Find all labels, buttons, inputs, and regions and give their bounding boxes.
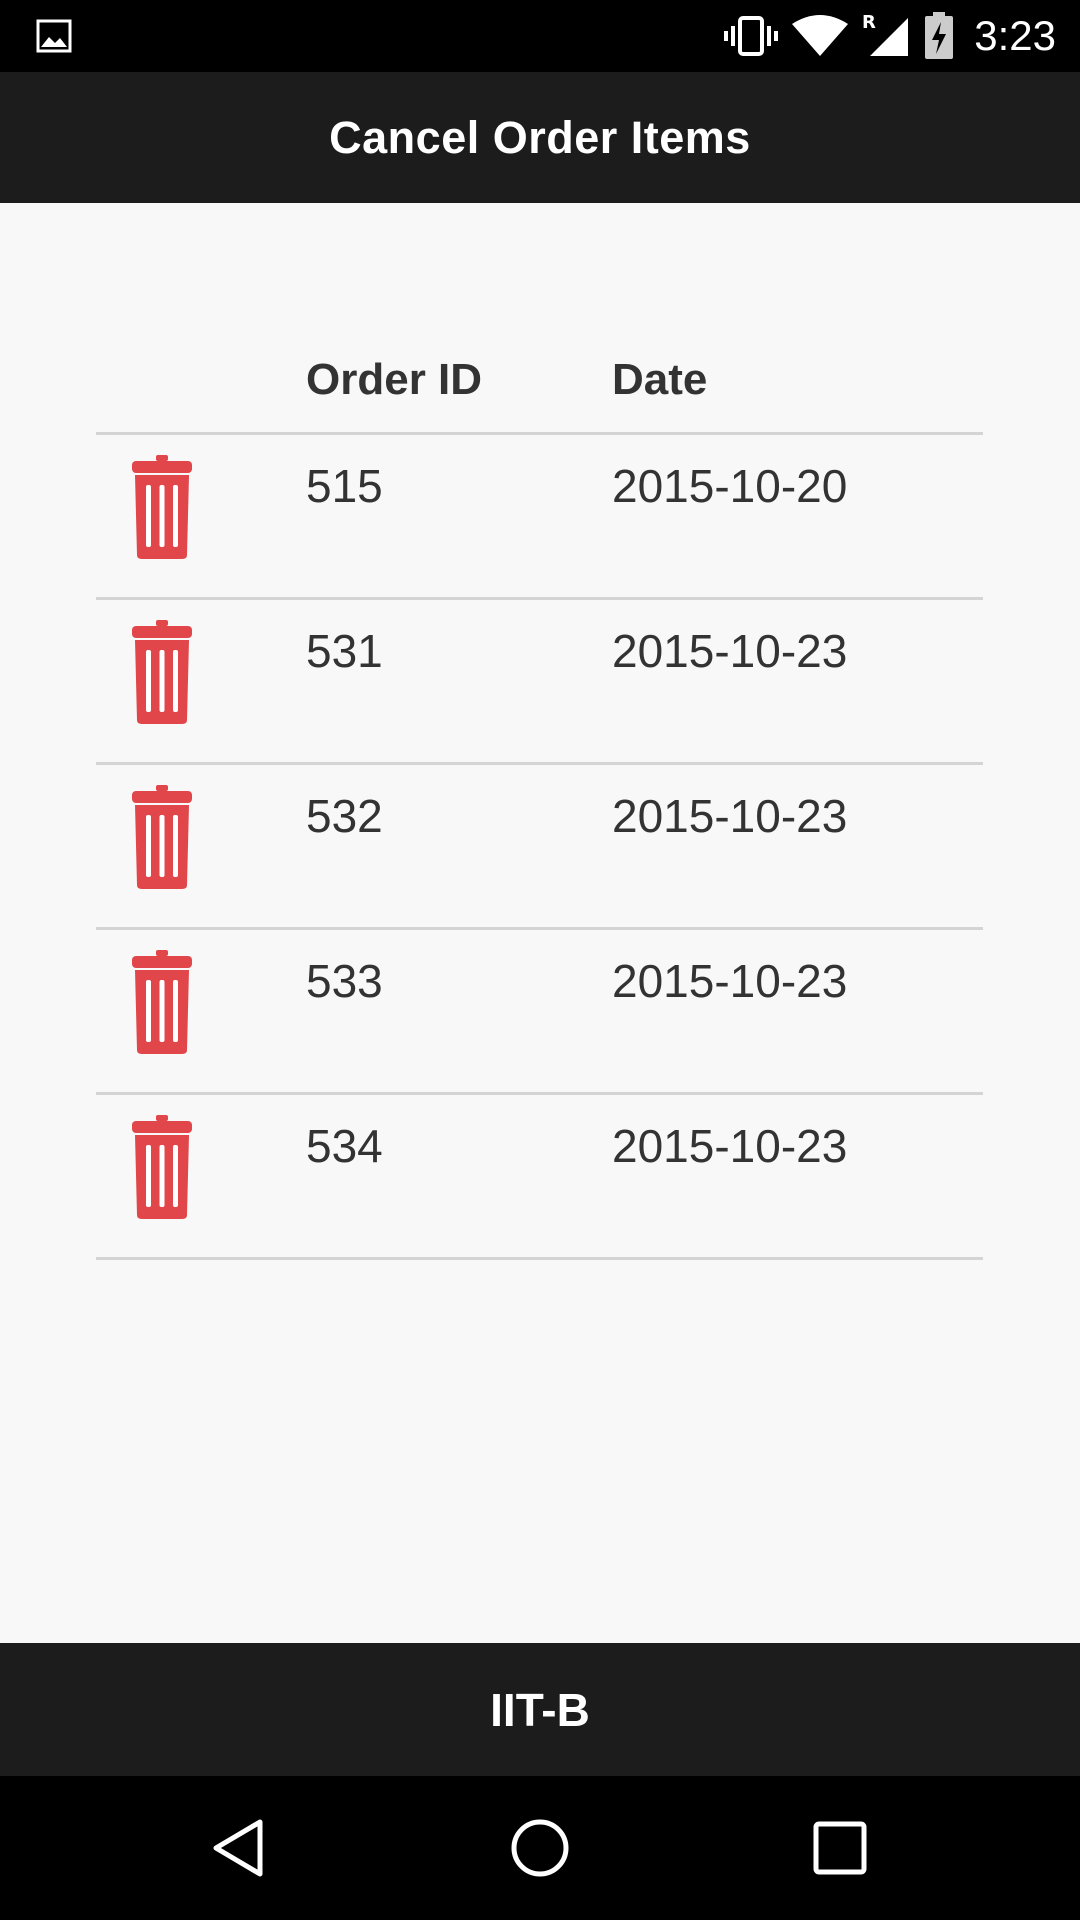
- table-row: 532 2015-10-23: [96, 765, 983, 930]
- footer-bar: IIT-B: [0, 1643, 1080, 1776]
- date-cell: 2015-10-20: [612, 460, 848, 512]
- footer-label: IIT-B: [490, 1683, 590, 1736]
- content-area: Order ID Date 515 2015-10-20 531 2015-10-23…: [0, 203, 1080, 1643]
- trash-icon[interactable]: [130, 785, 194, 889]
- status-time: 3:23: [974, 12, 1056, 59]
- table-row: 533 2015-10-23: [96, 930, 983, 1095]
- home-icon[interactable]: [504, 1812, 576, 1884]
- date-cell: 2015-10-23: [612, 790, 848, 842]
- date-cell: 2015-10-23: [612, 625, 848, 677]
- date-cell: 2015-10-23: [612, 1120, 848, 1172]
- signal-roaming-icon: R: [862, 12, 909, 56]
- app-bar: Cancel Order Items: [0, 72, 1080, 203]
- table-row: 534 2015-10-23: [96, 1095, 983, 1260]
- table-row: 531 2015-10-23: [96, 600, 983, 765]
- orders-table: Order ID Date 515 2015-10-20 531 2015-10-23…: [96, 343, 983, 1260]
- trash-icon[interactable]: [130, 620, 194, 724]
- trash-icon[interactable]: [130, 455, 194, 559]
- order-id-cell: 531: [306, 625, 383, 677]
- vibrate-icon: [724, 16, 779, 56]
- back-icon[interactable]: [204, 1812, 276, 1884]
- recent-apps-icon[interactable]: [804, 1812, 876, 1884]
- order-id-cell: 515: [306, 460, 383, 512]
- status-bar: R 3:23: [0, 0, 1080, 72]
- wifi-icon: [792, 15, 849, 56]
- date-cell: 2015-10-23: [612, 955, 848, 1007]
- battery-charging-icon: [925, 12, 954, 59]
- order-id-cell: 532: [306, 790, 383, 842]
- roaming-indicator: R: [862, 12, 876, 33]
- image-icon: [36, 19, 72, 53]
- header-order-id: Order ID: [306, 355, 483, 404]
- trash-icon[interactable]: [130, 950, 194, 1054]
- order-id-cell: 533: [306, 955, 383, 1007]
- trash-icon[interactable]: [130, 1115, 194, 1219]
- page-title: Cancel Order Items: [329, 111, 751, 163]
- system-nav-bar: [0, 1776, 1080, 1920]
- table-body: 515 2015-10-20 531 2015-10-23 532 2015-10-23 5…: [96, 435, 983, 1260]
- header-date: Date: [612, 355, 708, 404]
- table-row: 515 2015-10-20: [96, 435, 983, 600]
- order-id-cell: 534: [306, 1120, 383, 1172]
- table-header: Order ID Date: [96, 343, 983, 435]
